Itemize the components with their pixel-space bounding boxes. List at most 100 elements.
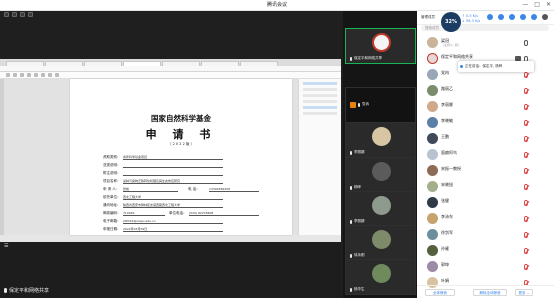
video-tile[interactable]: 徐永刚 [345,225,416,261]
grid-icon[interactable] [4,12,9,17]
field-value: 张峰 [123,187,178,192]
toolbar-icon[interactable] [48,73,52,77]
video-name-label: 杨华生 [354,287,365,291]
unmute-all-button[interactable]: 解除全体静音 [473,289,507,296]
avatar [427,149,438,160]
browser-tab[interactable] [6,61,44,66]
more-button[interactable]: 更多 ⌄ [515,289,533,296]
member-row[interactable]: 郭坤 [417,259,554,275]
close-button[interactable]: ✕ [546,1,551,8]
mic-muted-icon[interactable] [524,72,528,78]
video-tile[interactable]: 保定平和网络共享 [345,28,416,64]
side-pane-row[interactable] [303,112,337,115]
member-row[interactable]: 宋晓旭 [417,179,554,195]
mic-muted-icon[interactable] [524,264,528,270]
member-row[interactable]: 孙雁 [417,243,554,259]
member-search-input[interactable]: 搜索成员 [421,25,549,31]
toolbar-icon[interactable] [13,73,17,77]
browser-tab[interactable] [84,61,122,66]
avatar [427,229,438,240]
video-name: 杨晔 [350,185,361,190]
member-row[interactable]: 李丽娜 [417,99,554,115]
video-name-label: 徐永刚 [354,253,365,257]
toolbar-icon[interactable] [6,73,10,77]
document-page[interactable]: 国家自然科学基金 申 请 书 （ 2 0 2 2 版 ） 资助类别： 青年科学基… [70,79,292,235]
video-tile[interactable]: 杨华生 [345,259,416,295]
form-field: 项目名称： 某种污染物迁移转化机理及其生态效应研究 [103,179,223,184]
member-row[interactable]: 李沛东 [417,211,554,227]
toolbar-icon[interactable] [27,73,31,77]
member-row[interactable]: 宋振一教授 [417,163,554,179]
network-quality-badge[interactable]: 32% [441,12,461,32]
toolbar-icon[interactable] [55,73,59,77]
video-name: 党冉 [358,102,369,107]
form-field: 亚类说明： [103,163,223,168]
toolbar-icon[interactable] [41,73,45,77]
mic-muted-icon[interactable] [524,184,528,190]
mic-icon[interactable] [524,40,528,46]
browser-tab[interactable] [45,61,83,66]
mic-muted-icon[interactable] [524,216,528,222]
member-name: 党冉 [441,70,449,75]
member-name: 张健 [441,198,449,203]
side-pane-row[interactable] [303,94,337,97]
record-icon[interactable] [520,14,526,20]
chat-icon[interactable] [531,14,537,20]
video-tile[interactable]: 李丽娜 [345,122,416,158]
toolbar-icon[interactable] [20,73,24,77]
form-field: 附注说明： [103,171,223,176]
mic-muted-icon[interactable] [524,200,528,206]
settings-icon[interactable] [542,14,548,20]
mic-muted-icon[interactable] [524,136,528,142]
side-pane-row[interactable] [303,106,337,109]
member-row[interactable]: 李晓敏 [417,115,554,131]
signal-icon[interactable] [28,12,33,17]
member-name: 徐剑军 [441,230,453,235]
mic-muted-icon[interactable] [524,152,528,158]
member-row[interactable]: 王鹏 [417,131,554,147]
mic-icon [350,185,352,190]
mute-all-button[interactable]: 全体静音 [425,289,455,296]
mic-muted-icon[interactable] [524,248,528,254]
browser-tab[interactable] [162,61,200,66]
document-year: （ 2 0 2 2 版 ） [167,142,195,146]
mic-muted-icon[interactable] [524,120,528,126]
avatar [427,133,438,144]
menu-icon[interactable]: ☰ [4,243,8,249]
member-row[interactable]: 张健 [417,195,554,211]
browser-tab[interactable] [240,61,278,66]
avatar [427,197,438,208]
mic-muted-icon[interactable] [524,168,528,174]
browser-tab[interactable] [201,61,239,66]
maximize-button[interactable]: □ [534,1,540,8]
video-name-label: 党冉 [362,102,369,106]
member-row[interactable]: 梁冠 （主持人, 我） [417,35,554,51]
video-tile[interactable]: 李丽娜 [345,191,416,227]
field-value: 陕西省西安市碑林区友谊西路西北工程大学 [123,203,223,208]
avatar [427,213,438,224]
member-row[interactable]: 徐剑军 [417,227,554,243]
info-icon[interactable] [12,12,17,17]
shield-icon[interactable] [20,12,25,17]
member-name: 郭坤 [441,262,449,267]
field-value: 某种污染物迁移转化机理及其生态效应研究 [123,179,223,184]
mic-muted-icon[interactable] [524,88,528,94]
member-row[interactable]: 面癖阿鸟 [417,147,554,163]
share-icon[interactable] [509,14,515,20]
invite-icon[interactable] [487,14,493,20]
browser-tab-active[interactable] [123,61,161,66]
title-bar: 腾讯会议 — □ ✕ [0,0,554,11]
side-pane-row[interactable] [303,88,337,91]
mute-icon[interactable] [498,14,504,20]
member-row[interactable]: 路丽乙 [417,83,554,99]
toolbar-icon[interactable] [34,73,38,77]
side-pane-row[interactable] [303,82,337,85]
side-pane-row[interactable] [303,100,337,103]
video-tile[interactable]: 杨晔 [345,157,416,193]
mic-muted-icon[interactable] [524,104,528,110]
avatar [427,53,438,64]
minimize-button[interactable]: — [522,1,528,8]
video-tile[interactable]: 党冉 [345,87,416,123]
document-side-pane [298,79,341,235]
mic-muted-icon[interactable] [524,232,528,238]
